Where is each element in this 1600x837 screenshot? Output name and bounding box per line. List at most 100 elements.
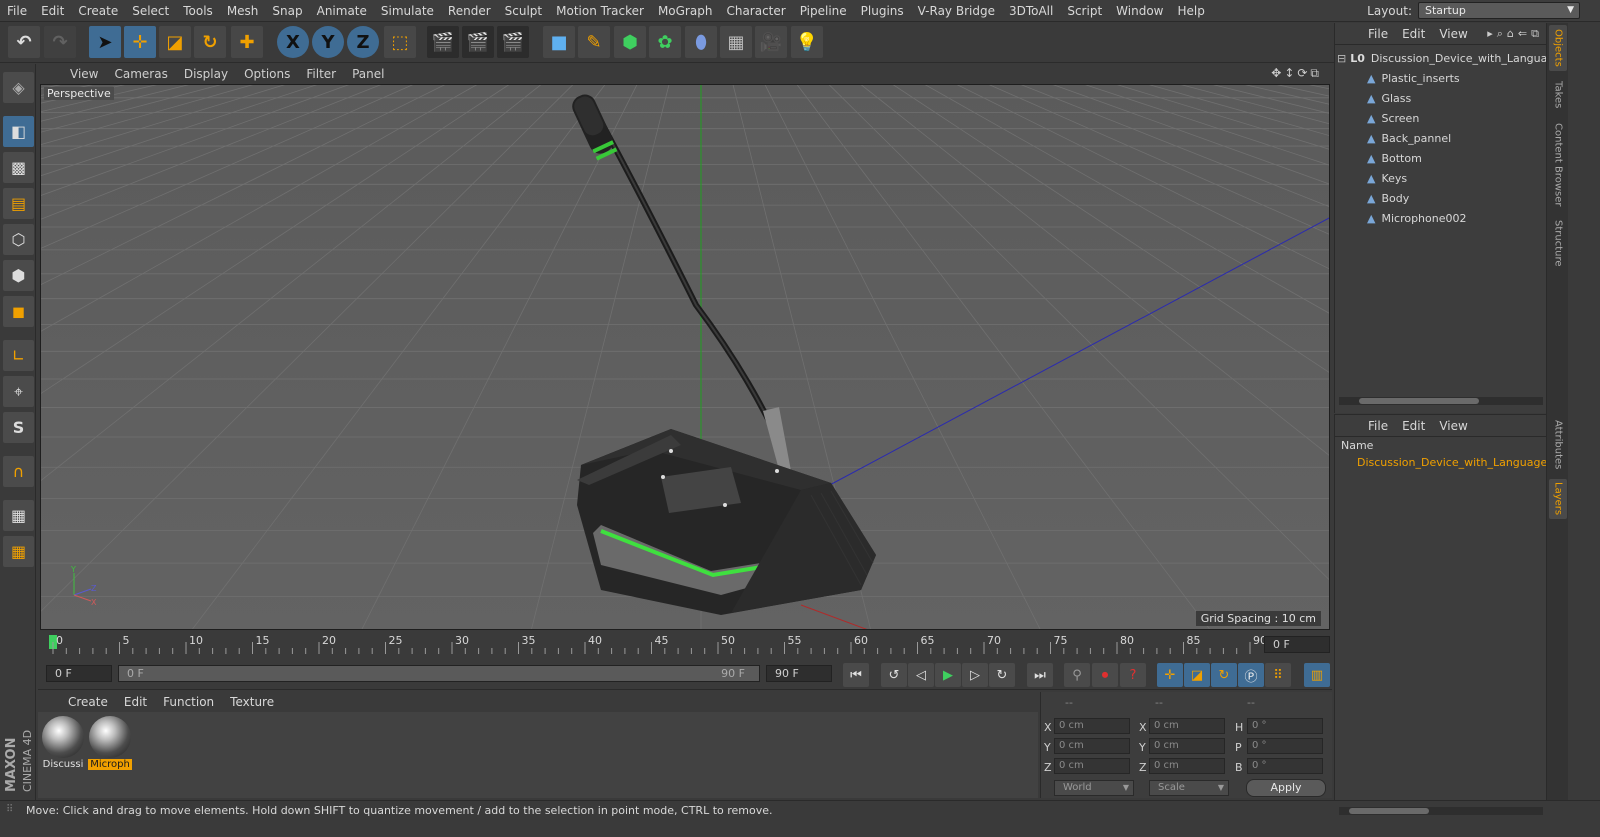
workplane-mode-button[interactable]: ▤ <box>3 188 34 219</box>
planar-workplane-button[interactable]: ▦ <box>3 536 34 567</box>
tab-structure[interactable]: Structure <box>1549 215 1567 271</box>
next-key-button[interactable]: ↻ <box>989 663 1015 687</box>
object-tree-item[interactable]: ▲ Plastic_inserts <box>1337 69 1545 88</box>
coordinate-system-button[interactable]: ⬚ <box>384 26 416 58</box>
viewport-menu-filter[interactable]: Filter <box>298 67 344 81</box>
menu-mesh[interactable]: Mesh <box>220 4 266 18</box>
viewport-menu-view[interactable]: View <box>62 67 106 81</box>
object-tree-item[interactable]: ▲ Glass <box>1337 89 1545 108</box>
key-position-toggle[interactable]: ✛ <box>1157 663 1183 687</box>
tab-attributes[interactable]: Attributes <box>1549 415 1567 475</box>
pen-spline-button[interactable]: ✎ <box>578 26 610 58</box>
menu-character[interactable]: Character <box>719 4 792 18</box>
make-editable-button[interactable]: ◈ <box>3 72 34 103</box>
cube-object-button[interactable]: ■ <box>543 26 575 58</box>
model-mode-button[interactable]: ◧ <box>3 116 34 147</box>
size-z-field[interactable]: 0 cm <box>1149 758 1225 774</box>
rot-b-field[interactable]: 0 ° <box>1247 758 1323 774</box>
pos-x-field[interactable]: 0 cm <box>1054 718 1130 734</box>
render-picture-viewer-button[interactable]: 🎬 <box>462 26 494 58</box>
deformer-button[interactable]: ⬮ <box>685 26 717 58</box>
z-axis-lock-button[interactable]: Z <box>347 26 379 58</box>
play-button[interactable]: ▶ <box>935 663 961 687</box>
object-tree-item[interactable]: ▲ Keys <box>1337 169 1545 188</box>
material-menu-edit[interactable]: Edit <box>116 695 155 709</box>
floor-button[interactable]: ▦ <box>720 26 752 58</box>
object-manager-scrollbar[interactable] <box>1339 397 1543 405</box>
viewport-menu-display[interactable]: Display <box>176 67 236 81</box>
menu-file[interactable]: File <box>0 4 34 18</box>
material-swatch-selected[interactable]: Microph <box>88 715 132 773</box>
viewport-camera-label[interactable]: Perspective <box>44 87 114 100</box>
timeline-ruler[interactable]: 0 5 10 15 20 25 30 35 40 45 50 55 60 65 70 75 80 85 90 <box>38 632 1332 660</box>
pos-z-field[interactable]: 0 cm <box>1054 758 1130 774</box>
layer-row[interactable]: Discussion_Device_with_Language <box>1337 453 1547 472</box>
move-tool-button[interactable]: ✛ <box>124 26 156 58</box>
redo-button[interactable]: ↷ <box>44 26 76 58</box>
menu-pipeline[interactable]: Pipeline <box>793 4 854 18</box>
object-menu-file[interactable]: File <box>1361 27 1395 41</box>
record-active-button[interactable]: ⏺ <box>1092 663 1118 687</box>
tab-objects[interactable]: Objects <box>1549 25 1567 71</box>
scrollbar-thumb[interactable] <box>1359 398 1479 404</box>
magnet-tool-button[interactable]: ∩ <box>3 456 34 487</box>
previous-frame-button[interactable]: ◁ <box>908 663 934 687</box>
menu-help[interactable]: Help <box>1170 4 1211 18</box>
menu-edit[interactable]: Edit <box>34 4 71 18</box>
light-button[interactable]: 💡 <box>791 26 823 58</box>
key-parameter-toggle[interactable]: Ⓟ <box>1238 663 1264 687</box>
object-tree-item[interactable]: ▲ Microphone002 <box>1337 209 1545 228</box>
layer-menu-view[interactable]: View <box>1432 419 1474 433</box>
menu-plugins[interactable]: Plugins <box>854 4 911 18</box>
viewport-menu-cameras[interactable]: Cameras <box>106 67 175 81</box>
go-to-start-button[interactable]: ⏮ <box>843 663 869 687</box>
rot-h-field[interactable]: 0 ° <box>1247 718 1323 734</box>
current-frame-field[interactable]: 0 F <box>1264 636 1330 653</box>
scrollbar-thumb[interactable] <box>1349 808 1429 814</box>
coordinate-space-dropdown[interactable]: World ▼ <box>1054 780 1134 796</box>
rotate-tool-button[interactable]: ↻ <box>194 26 226 58</box>
layout-select[interactable]: Startup ▼ <box>1418 2 1580 19</box>
viewport-nav-icons[interactable]: ✥↕⟳⧉ <box>1271 66 1322 81</box>
viewport-menu-options[interactable]: Options <box>236 67 298 81</box>
key-rotation-toggle[interactable]: ↻ <box>1211 663 1237 687</box>
menu-vray-bridge[interactable]: V-Ray Bridge <box>911 4 1002 18</box>
size-x-field[interactable]: 0 cm <box>1149 718 1225 734</box>
snap-button[interactable]: S <box>3 412 34 443</box>
size-y-field[interactable]: 0 cm <box>1149 738 1225 754</box>
menu-create[interactable]: Create <box>71 4 125 18</box>
next-frame-button[interactable]: ▷ <box>962 663 988 687</box>
points-mode-button[interactable]: ⬡ <box>3 224 34 255</box>
material-menu-create[interactable]: Create <box>60 695 116 709</box>
texture-mode-button[interactable]: ▩ <box>3 152 34 183</box>
frame-range-slider[interactable]: 0 F 90 F <box>118 665 760 682</box>
apply-button[interactable]: Apply <box>1246 779 1326 797</box>
object-tree-item[interactable]: ▲ Body <box>1337 189 1545 208</box>
transform-tool-button[interactable]: ✚ <box>231 26 263 58</box>
key-pla-toggle[interactable]: ⠿ <box>1265 663 1291 687</box>
polygons-mode-button[interactable]: ◼ <box>3 296 34 327</box>
menu-simulate[interactable]: Simulate <box>374 4 441 18</box>
render-settings-button[interactable]: 🎬 <box>497 26 529 58</box>
tab-content-browser[interactable]: Content Browser <box>1549 119 1567 211</box>
object-tree-item[interactable]: ▲ Back_pannel <box>1337 129 1545 148</box>
tab-takes[interactable]: Takes <box>1549 75 1567 115</box>
live-selection-button[interactable]: ➤ <box>89 26 121 58</box>
menu-animate[interactable]: Animate <box>310 4 374 18</box>
subdivision-button[interactable]: ⬢ <box>614 26 646 58</box>
menu-mograph[interactable]: MoGraph <box>651 4 720 18</box>
object-tree-item[interactable]: ▲ Screen <box>1337 109 1545 128</box>
layer-manager-scrollbar[interactable] <box>1339 807 1543 815</box>
start-frame-field[interactable]: 0 F <box>46 665 112 682</box>
key-scale-toggle[interactable]: ◪ <box>1184 663 1210 687</box>
go-to-end-button[interactable]: ⏭ <box>1027 663 1053 687</box>
object-menu-view[interactable]: View <box>1432 27 1474 41</box>
y-axis-lock-button[interactable]: Y <box>312 26 344 58</box>
menu-motion-tracker[interactable]: Motion Tracker <box>549 4 651 18</box>
lock-workplane-button[interactable]: ▦ <box>3 500 34 531</box>
scale-tool-button[interactable]: ◪ <box>159 26 191 58</box>
edges-mode-button[interactable]: ⬢ <box>3 260 34 291</box>
x-axis-lock-button[interactable]: X <box>277 26 309 58</box>
menu-render[interactable]: Render <box>441 4 498 18</box>
object-tree-item[interactable]: ▲ Bottom <box>1337 149 1545 168</box>
